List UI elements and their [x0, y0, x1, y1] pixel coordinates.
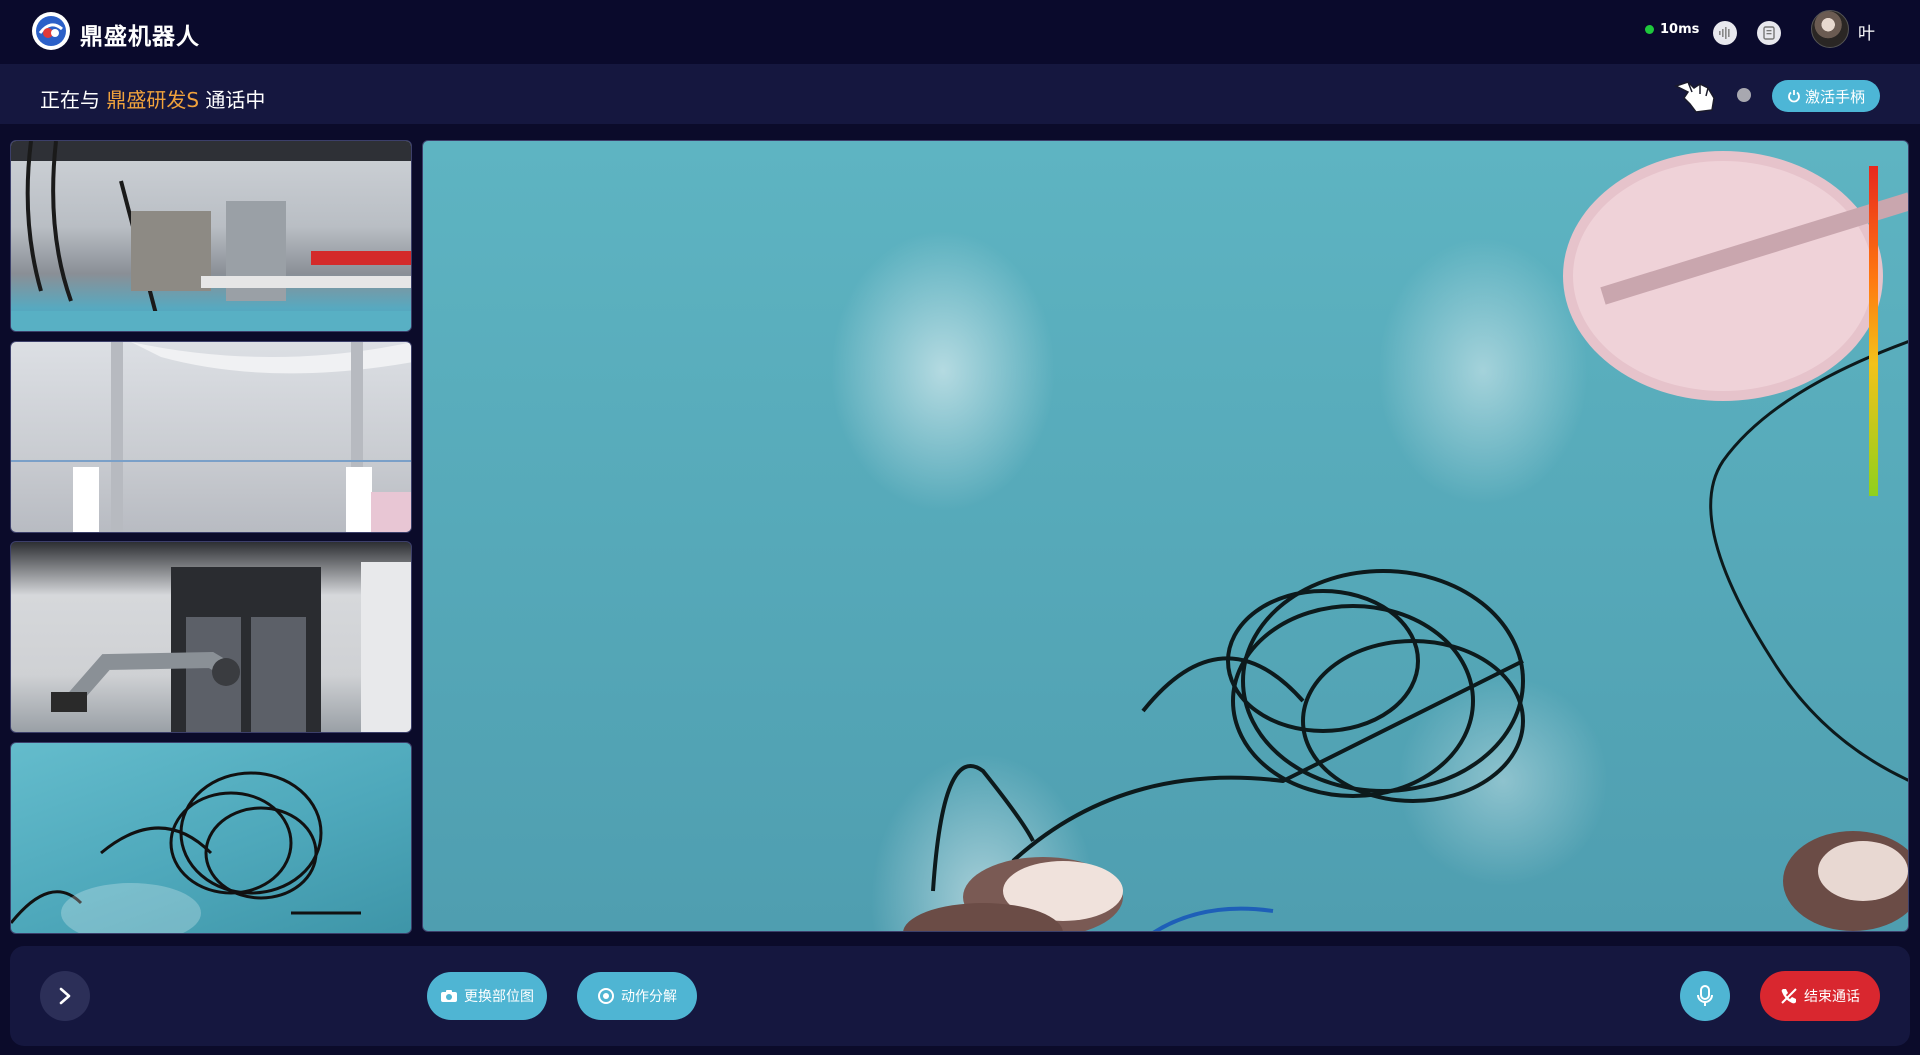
call-suffix: 通话中	[205, 88, 266, 112]
camera-thumbnail-4[interactable]	[10, 742, 412, 934]
user-name: 叶	[1858, 24, 1875, 44]
audio-wave-icon	[1718, 26, 1732, 40]
end-call-button[interactable]: 结束通话	[1760, 971, 1880, 1021]
microphone-icon	[1696, 985, 1714, 1007]
camera-icon	[440, 989, 458, 1003]
camera-thumbnail-2[interactable]	[10, 341, 412, 533]
call-status-bar	[0, 64, 1920, 124]
main-video-feed[interactable]	[422, 140, 1909, 932]
camera-thumbnail-1[interactable]	[10, 140, 412, 332]
motion-decomposition-button[interactable]: 动作分解	[577, 972, 697, 1020]
chevron-right-icon	[57, 987, 73, 1005]
motion-decomposition-label: 动作分解	[621, 989, 677, 1005]
activate-controller-label: 激活手柄	[1804, 87, 1865, 106]
handle-state-dot	[1737, 88, 1751, 102]
target-icon	[597, 987, 615, 1005]
power-icon	[1787, 89, 1801, 103]
document-icon	[1762, 26, 1776, 40]
change-view-label: 更换部位图	[464, 989, 534, 1005]
latency-value: 10ms	[1660, 22, 1700, 37]
status-dot-icon	[1645, 25, 1654, 34]
call-status-text: 正在与 鼎盛研发S 通话中	[40, 84, 265, 113]
brand-name: 鼎盛机器人	[80, 24, 200, 50]
microphone-button[interactable]	[1680, 971, 1730, 1021]
control-bar	[10, 946, 1910, 1046]
user-avatar[interactable]	[1811, 10, 1849, 48]
end-call-label: 结束通话	[1804, 989, 1860, 1005]
camera-thumbnail-3[interactable]	[10, 541, 412, 733]
expand-button[interactable]	[40, 971, 90, 1021]
document-button[interactable]	[1757, 21, 1781, 45]
audio-level-meter	[1869, 166, 1878, 496]
logo-icon	[31, 11, 71, 51]
top-bar: 鼎盛机器人 10ms 叶	[0, 0, 1920, 64]
hand-gesture-icon[interactable]	[1674, 78, 1718, 114]
change-view-button[interactable]: 更换部位图	[427, 972, 547, 1020]
call-peer-name: 鼎盛研发S	[106, 88, 200, 112]
activate-controller-button[interactable]: 激活手柄	[1772, 80, 1880, 112]
phone-end-icon	[1780, 987, 1798, 1005]
call-prefix: 正在与	[40, 88, 100, 112]
latency-indicator: 10ms	[1645, 22, 1699, 37]
audio-wave-button[interactable]	[1713, 21, 1737, 45]
